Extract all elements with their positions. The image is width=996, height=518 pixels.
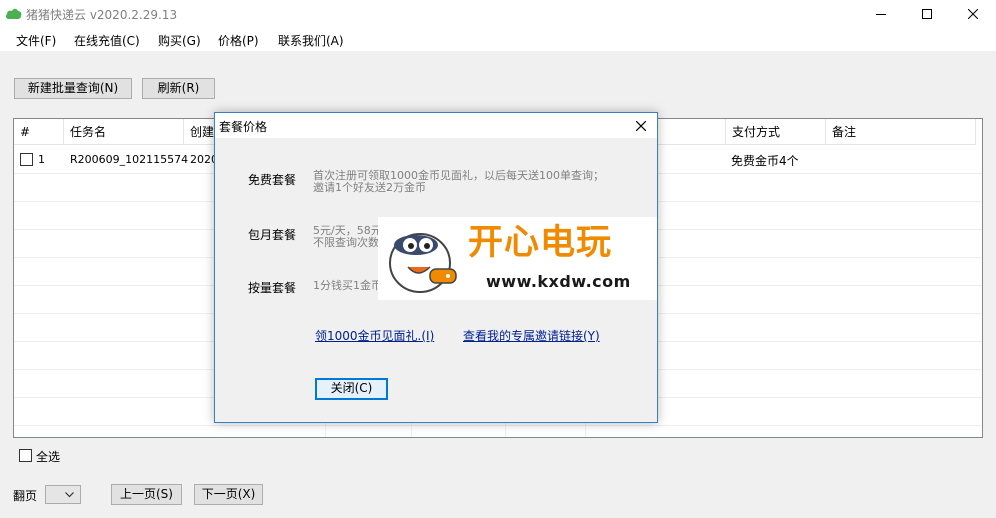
menu-price[interactable]: 价格(P) bbox=[218, 32, 259, 49]
new-batch-query-button[interactable]: 新建批量查询(N) bbox=[14, 78, 132, 99]
next-page-button[interactable]: 下一页(X) bbox=[194, 484, 263, 505]
maximize-button[interactable] bbox=[904, 0, 950, 27]
window-title: 猪猪快递云 v2020.2.29.13 bbox=[26, 8, 178, 22]
close-icon bbox=[636, 121, 646, 131]
row-task-name: R200609_102115574 bbox=[70, 153, 189, 166]
dialog-close-action-button[interactable]: 关闭(C) bbox=[315, 378, 388, 400]
plan-monthly-desc-2: 不限查询次数 bbox=[313, 236, 379, 249]
row-divider bbox=[14, 425, 982, 426]
page-select[interactable] bbox=[45, 485, 81, 504]
maximize-icon bbox=[922, 8, 932, 19]
plan-volume-label: 按量套餐 bbox=[248, 281, 297, 295]
title-bar: 猪猪快递云 v2020.2.29.13 bbox=[0, 0, 996, 27]
invite-link[interactable]: 查看我的专属邀请链接(Y) bbox=[463, 327, 600, 344]
select-all-checkbox[interactable] bbox=[19, 449, 32, 462]
menu-bar: 文件(F) 在线充值(C) 购买(G) 价格(P) 联系我们(A) bbox=[0, 27, 996, 51]
claim-gift-link[interactable]: 领1000金币见面礼.(I) bbox=[315, 327, 434, 344]
dialog-title-bar: 套餐价格 bbox=[215, 113, 657, 138]
dialog-close-button[interactable] bbox=[631, 117, 651, 135]
column-header-payment[interactable]: 支付方式 bbox=[726, 119, 826, 145]
refresh-button[interactable]: 刷新(R) bbox=[142, 78, 215, 99]
plan-free-label: 免费套餐 bbox=[248, 173, 297, 187]
column-header-task-name[interactable]: 任务名 bbox=[64, 119, 184, 145]
cloud-icon bbox=[5, 8, 22, 19]
column-header-note[interactable]: 备注 bbox=[826, 119, 976, 145]
menu-recharge[interactable]: 在线充值(C) bbox=[74, 32, 140, 49]
dialog-title: 套餐价格 bbox=[219, 120, 268, 134]
row-index: 1 bbox=[38, 153, 45, 166]
menu-contact[interactable]: 联系我们(A) bbox=[278, 32, 344, 49]
row-checkbox[interactable] bbox=[20, 153, 33, 166]
page-label: 翻页 bbox=[13, 489, 38, 503]
plan-monthly-label: 包月套餐 bbox=[248, 228, 297, 242]
minimize-icon bbox=[876, 13, 886, 15]
watermark-url: www.kxdw.com bbox=[486, 272, 631, 291]
minimize-button[interactable] bbox=[858, 0, 904, 27]
watermark-logo: 开心电玩 www.kxdw.com bbox=[378, 217, 657, 300]
chevron-down-icon bbox=[65, 492, 74, 498]
menu-buy[interactable]: 购买(G) bbox=[158, 32, 201, 49]
prev-page-button[interactable]: 上一页(S) bbox=[111, 484, 182, 505]
column-header-index[interactable]: # bbox=[14, 119, 64, 145]
close-button[interactable] bbox=[950, 0, 996, 27]
menu-file[interactable]: 文件(F) bbox=[16, 32, 56, 49]
plan-volume-desc-1: 1分钱买1金币 bbox=[313, 279, 382, 292]
watermark-brand: 开心电玩 bbox=[468, 223, 613, 263]
row-payment: 免费金币4个 bbox=[731, 154, 799, 168]
close-icon bbox=[968, 8, 978, 19]
select-all-label[interactable]: 全选 bbox=[36, 448, 60, 465]
plan-free-desc-2: 邀请1个好友送2万金币 bbox=[313, 181, 426, 194]
mascot-icon bbox=[389, 233, 457, 293]
